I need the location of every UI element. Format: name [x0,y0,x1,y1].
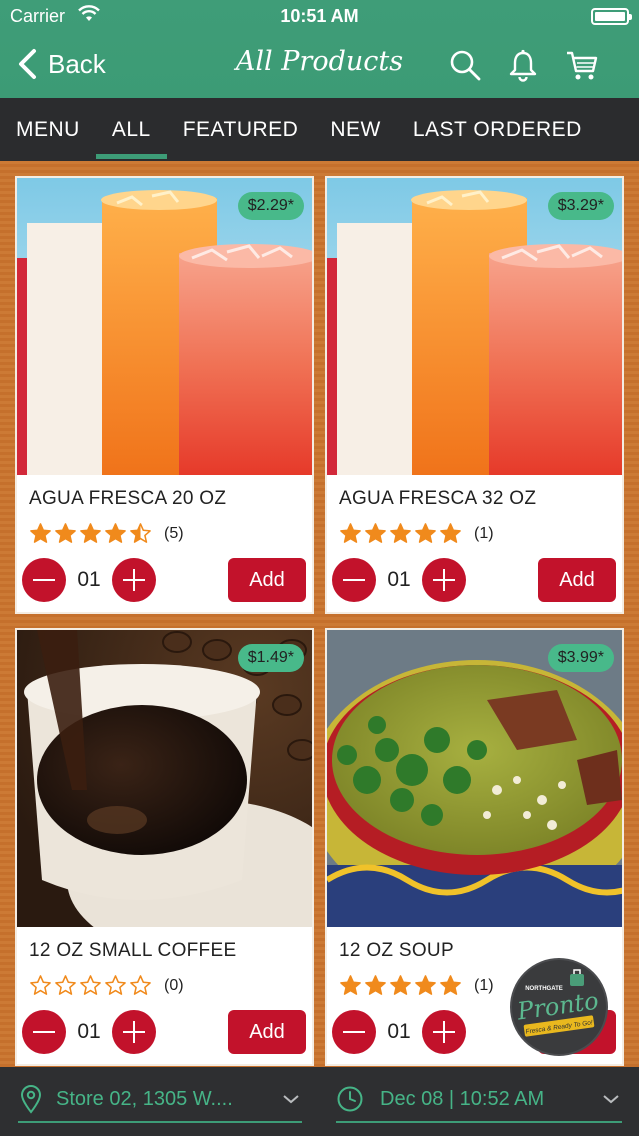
price-badge: $1.49* [237,644,304,672]
bottom-bar: Store 02, 1305 W.... Dec 08 | 10:52 AM [0,1067,639,1136]
quantity-value: 01 [77,1020,101,1043]
back-label: Back [48,48,106,79]
decrease-quantity-button[interactable] [22,1010,66,1054]
decrease-quantity-button[interactable] [22,558,66,602]
quantity-stepper: 01 [332,1010,466,1054]
agua-fresca-image [17,178,312,475]
star-icon [390,975,411,995]
datetime-selector[interactable]: Dec 08 | 10:52 AM [336,1077,622,1123]
product-image[interactable] [17,178,312,475]
star-icon [55,975,76,995]
stars [29,974,152,997]
decrease-quantity-button[interactable] [332,558,376,602]
product-grid: $2.29* AGUA FRESCA 20 OZ (5) 01 Add $3.2… [0,161,639,1067]
star-icon [80,523,101,543]
price-badge: $2.29* [237,192,304,220]
star-icon [30,975,51,995]
status-bar: Carrier 10:51 AM [0,0,639,34]
product-image[interactable] [327,630,622,927]
product-image[interactable] [327,178,622,475]
star-icon [365,523,386,543]
price-badge: $3.99* [547,644,614,672]
star-icon [340,975,361,995]
back-button[interactable]: Back [16,48,106,80]
quantity-stepper: 01 [22,558,156,602]
star-icon [415,523,436,543]
star-icon [440,523,461,543]
star-rating: (5) [29,522,184,545]
stars [339,522,462,545]
product-card[interactable]: $3.29* AGUA FRESCA 32 OZ (1) 01 Add [325,176,624,614]
pronto-logo-badge[interactable]: NORTHGATE Pronto Fresca & Ready To Go! [510,958,608,1056]
quantity-value: 01 [387,1020,411,1043]
status-time: 10:51 AM [280,6,359,26]
search-icon[interactable] [448,48,482,82]
quantity-stepper: 01 [332,558,466,602]
decrease-quantity-button[interactable] [332,1010,376,1054]
rating-count: (1) [474,976,494,994]
top-bar: Carrier 10:51 AM Back All Products [0,0,639,98]
stars [29,522,152,545]
bell-icon[interactable] [506,48,540,82]
product-card[interactable]: $1.49* 12 OZ SMALL COFFEE (0) 01 Add [15,628,314,1066]
tab-new[interactable]: NEW [314,98,397,161]
pronto-logo: NORTHGATE Pronto Fresca & Ready To Go! [515,969,600,1037]
soup-image [327,630,622,927]
rating-count: (0) [164,976,184,994]
store-label: Store 02, 1305 W.... [56,1087,233,1110]
datetime-label: Dec 08 | 10:52 AM [380,1087,545,1110]
add-to-cart-button[interactable]: Add [228,558,306,602]
product-image[interactable] [17,630,312,927]
star-rating: (1) [339,974,494,997]
add-to-cart-button[interactable]: Add [538,558,616,602]
star-icon [105,523,126,543]
quantity-value: 01 [387,568,411,591]
product-name[interactable]: 12 OZ SMALL COFFEE [29,940,236,962]
rating-count: (1) [474,524,494,542]
nav-bar: Back All Products [0,34,639,98]
star-icon [415,975,436,995]
rating-count: (5) [164,524,184,542]
clock-icon [337,1086,363,1112]
star-icon [30,523,51,543]
location-pin-icon [20,1085,42,1114]
cart-icon[interactable] [565,48,599,82]
battery-icon [591,8,632,25]
increase-quantity-button[interactable] [422,1010,466,1054]
category-tabs: MENU ALL FEATURED NEW LAST ORDERED [0,98,639,161]
product-name[interactable]: 12 OZ SOUP [339,940,454,962]
product-card[interactable]: $2.29* AGUA FRESCA 20 OZ (5) 01 Add [15,176,314,614]
star-icon [105,975,126,995]
star-rating: (1) [339,522,494,545]
star-icon [130,975,151,995]
star-icon [130,523,151,543]
quantity-stepper: 01 [22,1010,156,1054]
product-name[interactable]: AGUA FRESCA 32 OZ [339,488,536,510]
store-selector[interactable]: Store 02, 1305 W.... [18,1077,302,1123]
chevron-left-icon [19,49,36,79]
coffee-image [17,630,312,927]
stars [339,974,462,997]
star-icon [55,523,76,543]
star-icon [340,523,361,543]
tab-featured[interactable]: FEATURED [167,98,315,161]
chevron-down-icon [283,1095,299,1104]
product-name[interactable]: AGUA FRESCA 20 OZ [29,488,226,510]
tab-menu[interactable]: MENU [0,98,96,161]
star-rating: (0) [29,974,184,997]
increase-quantity-button[interactable] [112,1010,156,1054]
tab-last-ordered[interactable]: LAST ORDERED [397,98,598,161]
increase-quantity-button[interactable] [422,558,466,602]
price-badge: $3.29* [547,192,614,220]
quantity-value: 01 [77,568,101,591]
star-icon [80,975,101,995]
tab-all[interactable]: ALL [95,98,167,161]
chevron-down-icon [603,1095,619,1104]
agua-fresca-image [327,178,622,475]
star-icon [390,523,411,543]
star-icon [440,975,461,995]
increase-quantity-button[interactable] [112,558,156,602]
add-to-cart-button[interactable]: Add [228,1010,306,1054]
star-icon [365,975,386,995]
